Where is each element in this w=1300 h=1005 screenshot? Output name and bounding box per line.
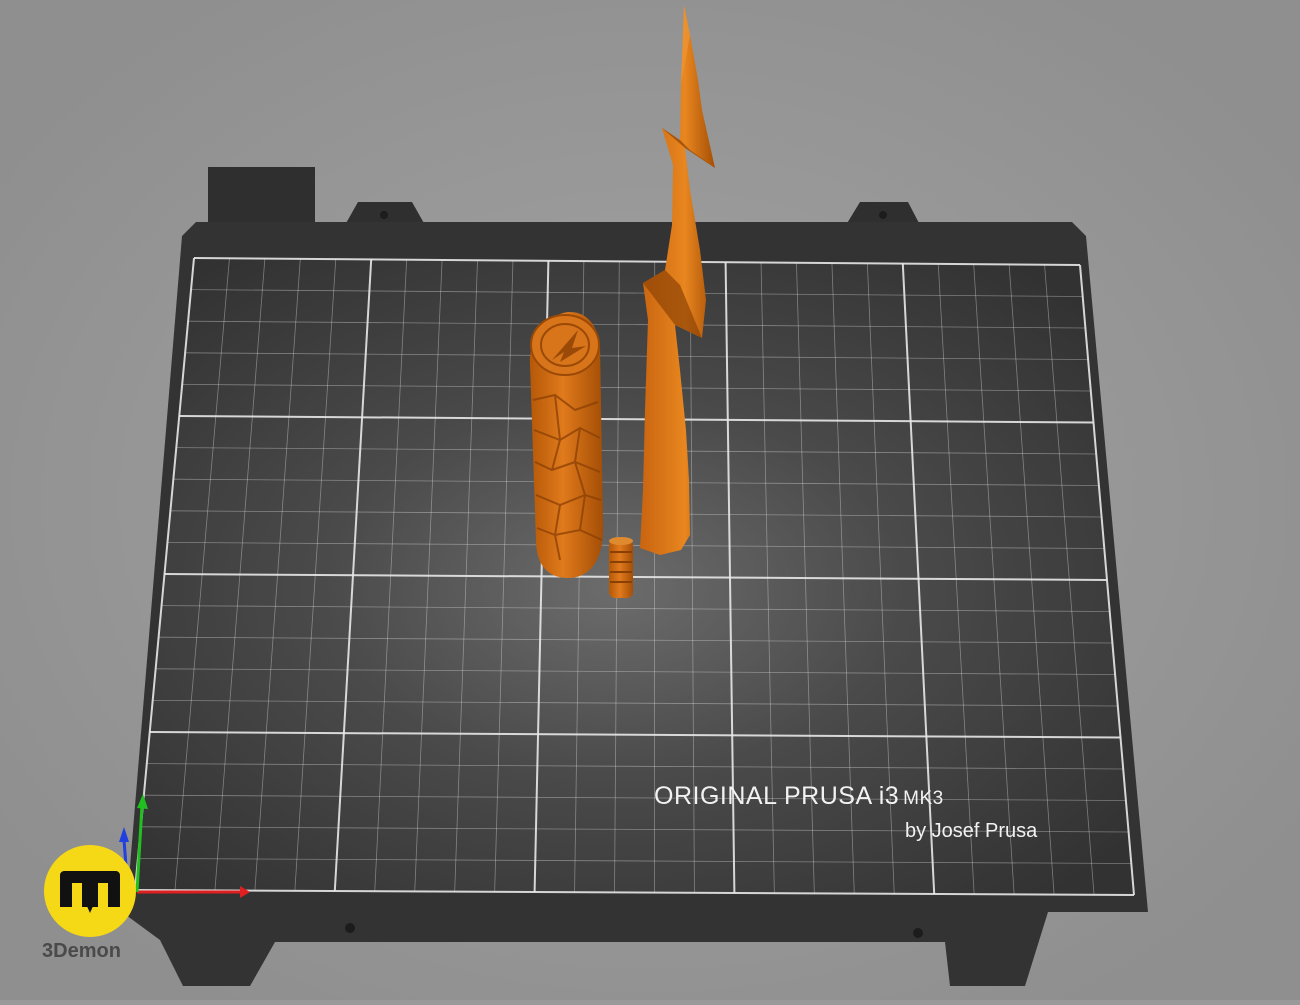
bed-screw-hole: [879, 211, 887, 219]
bed-model-label: ORIGINAL PRUSA i3MK3: [654, 782, 944, 811]
bed-connector-tab: [208, 167, 315, 227]
bed-screw-hole: [345, 923, 355, 933]
print-bed: [126, 167, 1148, 986]
3d-viewport[interactable]: ORIGINAL PRUSA i3MK3 by Josef Prusa 3Dem…: [0, 0, 1300, 1000]
small-connector-pin[interactable]: [609, 537, 633, 598]
3demon-logo-icon: [44, 845, 136, 937]
bed-author-label: by Josef Prusa: [905, 820, 1037, 843]
textured-grip-handle[interactable]: [530, 312, 603, 578]
bed-model-name: ORIGINAL PRUSA i3: [654, 782, 899, 810]
print-bed-scene[interactable]: [0, 0, 1300, 1000]
bed-screw-hole: [913, 928, 923, 938]
brand-name: 3Demon: [42, 940, 121, 963]
bed-model-suffix: MK3: [903, 788, 944, 809]
bed-screw-hole: [380, 211, 388, 219]
